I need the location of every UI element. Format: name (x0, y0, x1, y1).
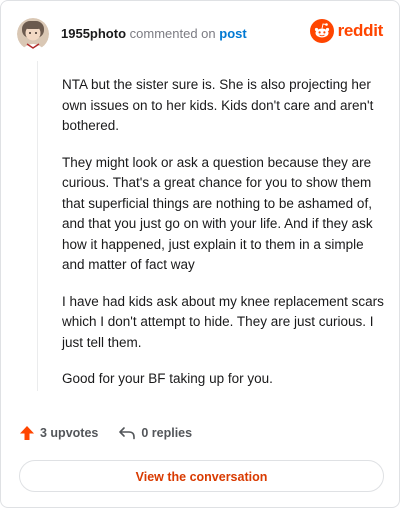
comment-paragraph: NTA but the sister sure is. She is also … (62, 77, 374, 133)
comment-body: NTA but the sister sure is. She is also … (62, 75, 384, 406)
reddit-wordmark: reddit (337, 21, 384, 40)
post-link[interactable]: post (219, 26, 246, 41)
comment-header: 1955photo commented on post reddit (17, 16, 383, 52)
username-link[interactable]: 1955photo (61, 26, 126, 41)
commented-on-text: commented on (129, 26, 216, 41)
comment-paragraph: I have had kids ask about my knee replac… (62, 293, 384, 350)
reddit-alien-icon (309, 19, 334, 43)
comment-byline: 1955photo commented on post (61, 26, 247, 42)
avatar[interactable] (17, 18, 49, 50)
replies-button[interactable]: 0 replies (118, 425, 192, 441)
upvote-button[interactable]: 3 upvotes (19, 425, 98, 441)
reply-arrow-icon (119, 427, 136, 440)
comment-actions: 3 upvotes 0 replies (19, 425, 212, 441)
embedded-comment-card: 1955photo commented on post reddit NTA b… (0, 0, 400, 508)
thread-line (37, 61, 38, 391)
comment-paragraph: Good for your BF taking up for you. (62, 371, 273, 386)
view-conversation-button[interactable]: View the conversation (19, 460, 384, 492)
upvote-arrow-icon (20, 426, 34, 440)
reddit-logo[interactable]: reddit (309, 19, 384, 43)
comment-paragraph: They might look or ask a question becaus… (62, 154, 373, 273)
reply-count: 0 replies (141, 426, 193, 440)
upvote-count: 3 upvotes (40, 426, 99, 440)
